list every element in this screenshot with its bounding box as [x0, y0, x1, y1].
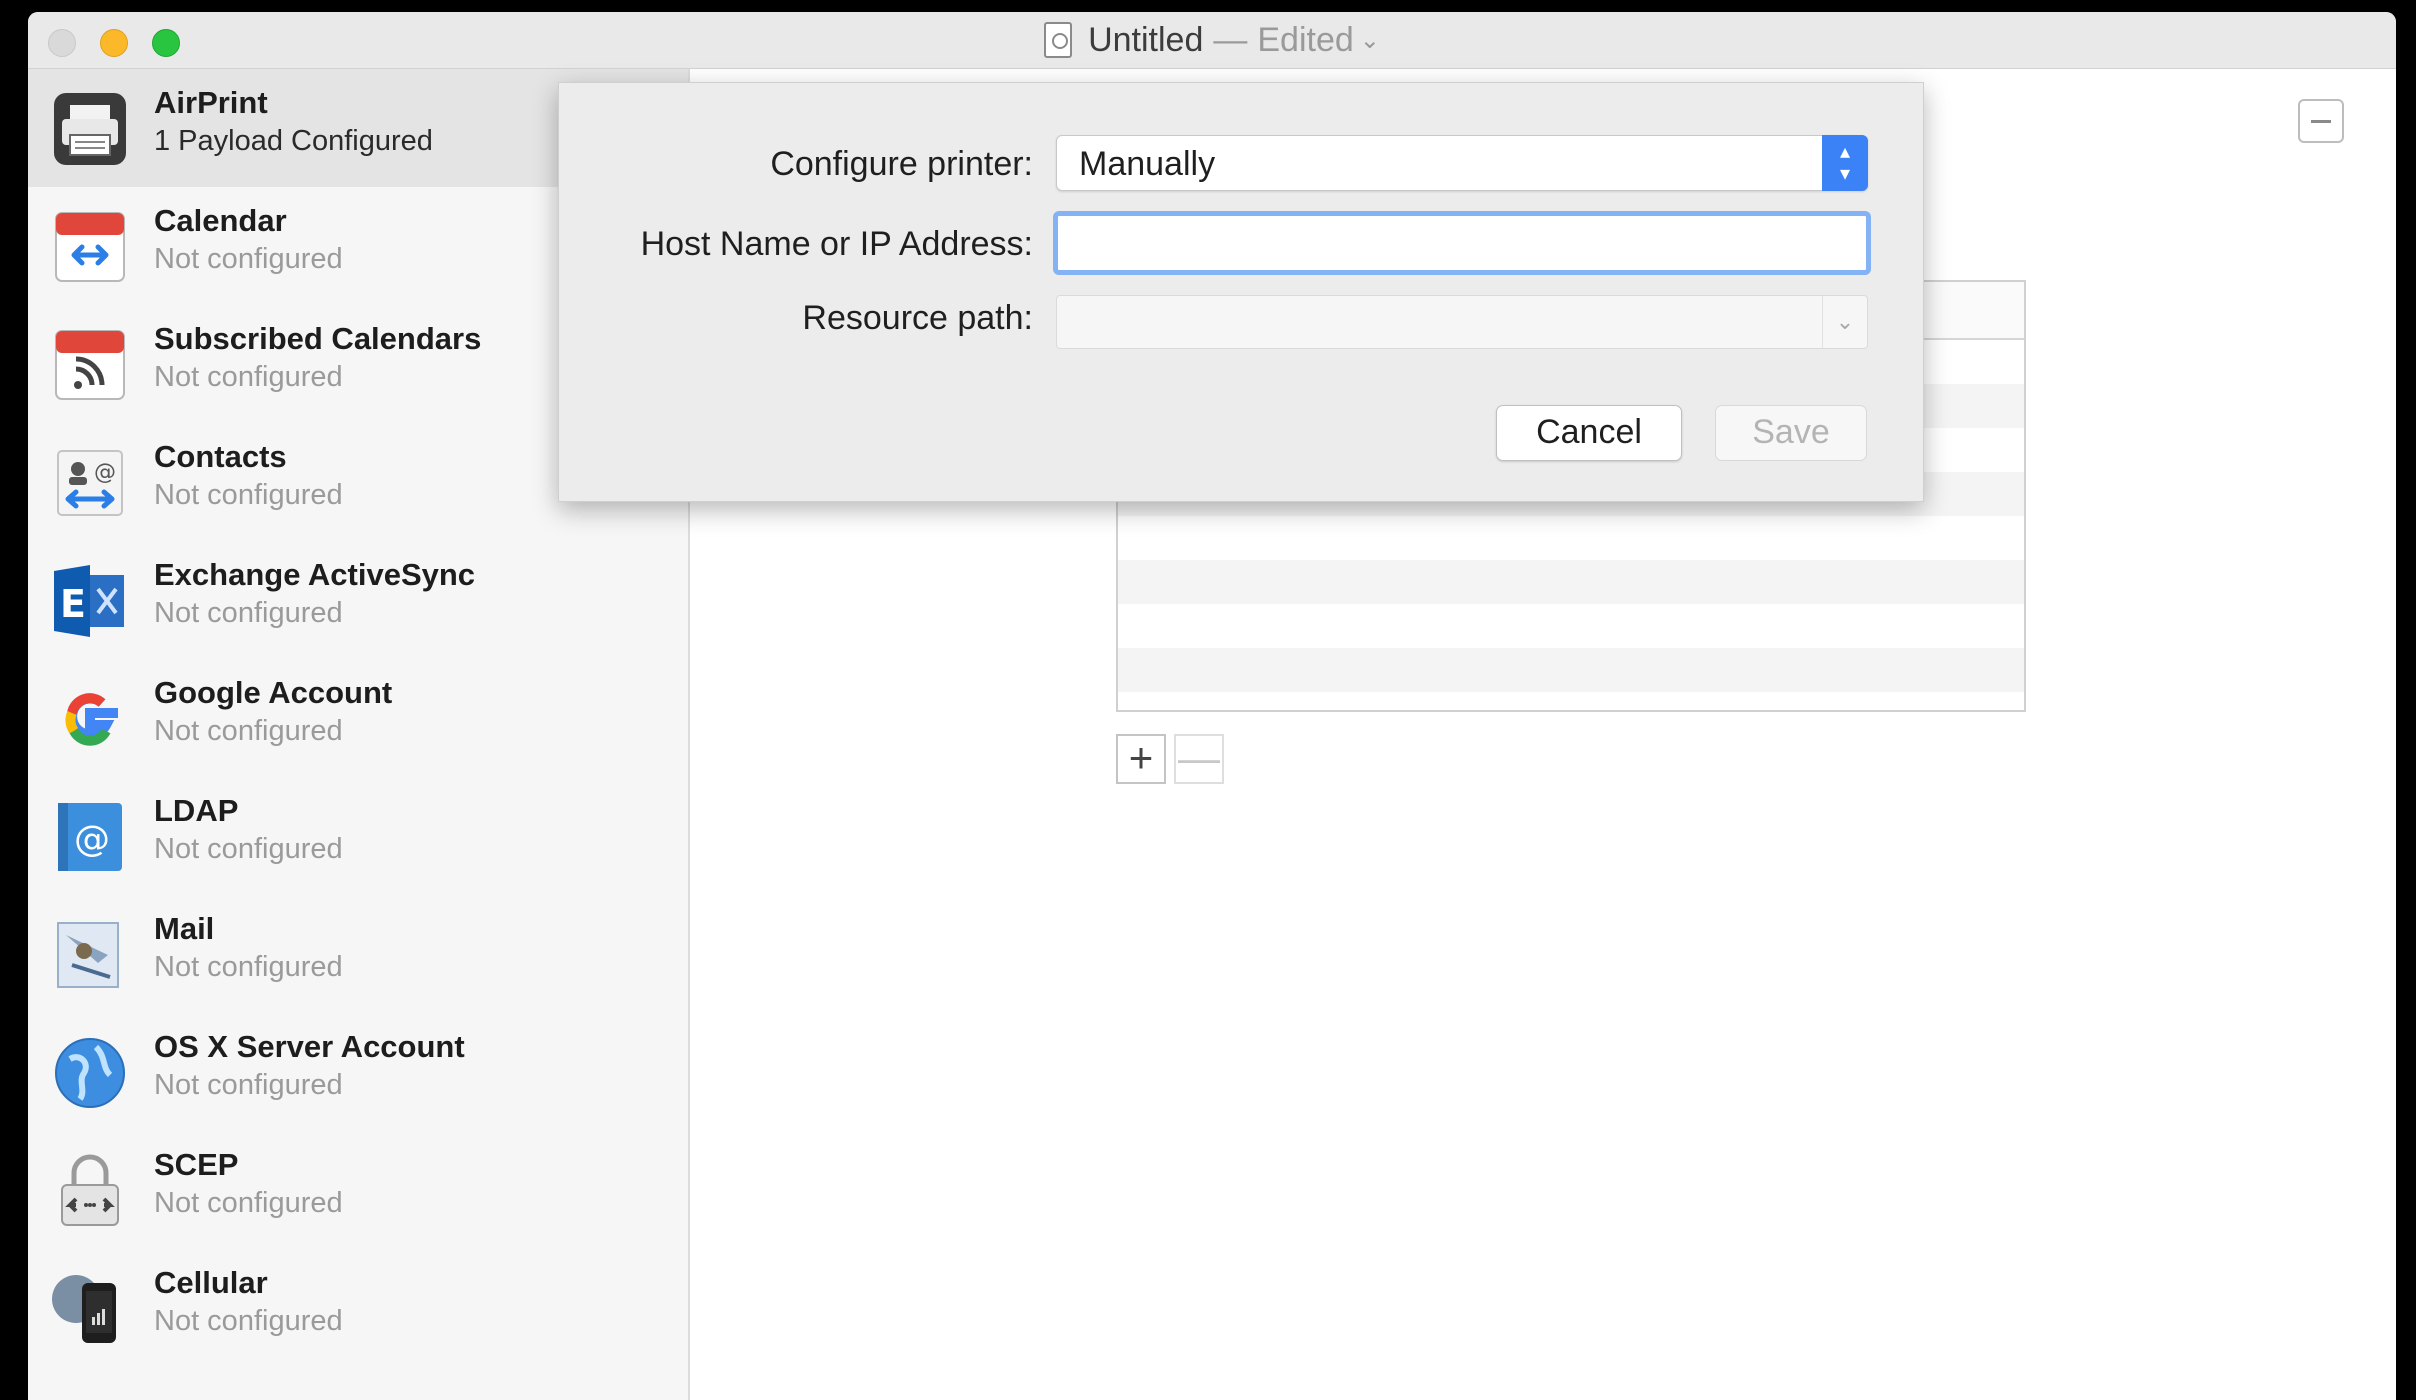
sidebar-item-name: Google Account [154, 675, 393, 710]
exchange-icon: E [50, 561, 130, 641]
sidebar-item-status: 1 Payload Configured [154, 125, 433, 157]
sidebar-item-mail[interactable]: Mail Not configured [28, 895, 688, 1013]
sidebar-item-name: Subscribed Calendars [154, 321, 482, 356]
sidebar-item-name: Cellular [154, 1265, 268, 1300]
configure-printer-popup[interactable]: Manually ▴ ▾ [1056, 135, 1868, 191]
configure-printer-label: Configure printer: [770, 145, 1033, 183]
table-row[interactable] [1118, 516, 2024, 560]
sidebar-item-exchange[interactable]: E Exchange ActiveSync Not configured [28, 541, 688, 659]
lock-icon [50, 1151, 130, 1231]
remove-payload-button[interactable] [2298, 99, 2344, 143]
remove-printer-button[interactable]: — [1174, 734, 1224, 784]
popup-stepper-icon: ▴ ▾ [1822, 135, 1868, 191]
sidebar-item-status: Not configured [154, 597, 343, 629]
title-bar: Untitled — Edited ⌄ [28, 12, 2396, 69]
configure-printer-value: Manually [1079, 145, 1216, 183]
chevron-down-icon[interactable]: ⌄ [1822, 296, 1867, 348]
edited-label: Edited [1257, 20, 1354, 59]
svg-text:E: E [60, 582, 86, 626]
mail-icon [50, 915, 130, 995]
host-name-label: Host Name or IP Address: [640, 225, 1033, 263]
contacts-icon: @ [50, 443, 130, 523]
chevron-down-icon: ⌄ [1359, 26, 1380, 54]
sidebar-item-name: LDAP [154, 793, 239, 828]
sidebar-item-status: Not configured [154, 715, 343, 747]
globe-icon [50, 1033, 130, 1113]
save-button[interactable]: Save [1715, 405, 1867, 461]
subscribed-calendar-icon [50, 325, 130, 405]
google-icon [50, 679, 130, 759]
sidebar-item-name: AirPrint [154, 85, 268, 120]
app-window: Untitled — Edited ⌄ AirPrint 1 Payload C… [28, 12, 2396, 1400]
sidebar-item-status: Not configured [154, 243, 343, 275]
add-printer-button[interactable]: + [1116, 734, 1166, 784]
sidebar-item-name: Contacts [154, 439, 287, 474]
document-icon [1044, 22, 1073, 58]
sidebar-item-status: Not configured [154, 1069, 343, 1101]
sidebar-item-status: Not configured [154, 361, 343, 393]
sidebar-item-name: Mail [154, 911, 215, 946]
sidebar-item-name: Exchange ActiveSync [154, 557, 476, 592]
sidebar-item-cellular[interactable]: Cellular Not configured [28, 1249, 688, 1367]
sidebar-item-status: Not configured [154, 1305, 343, 1337]
host-name-input[interactable] [1053, 211, 1871, 275]
sidebar-item-status: Not configured [154, 833, 343, 865]
resource-path-combobox[interactable]: ⌄ [1056, 295, 1868, 349]
svg-text:@: @ [94, 460, 116, 485]
table-row[interactable] [1118, 604, 2024, 648]
sidebar-item-status: Not configured [154, 951, 343, 983]
add-printer-sheet: Configure printer: Manually ▴ ▾ Host Name… [558, 82, 1924, 502]
table-row[interactable] [1118, 648, 2024, 692]
sidebar-item-google-account[interactable]: Google Account Not configured [28, 659, 688, 777]
table-row[interactable] [1118, 560, 2024, 604]
printer-icon [50, 89, 130, 169]
window-title-text: Untitled [1088, 20, 1204, 59]
sidebar-item-status: Not configured [154, 1187, 343, 1219]
title-separator: — [1213, 20, 1248, 59]
svg-text:@: @ [74, 819, 110, 860]
sidebar-item-scep[interactable]: SCEP Not configured [28, 1131, 688, 1249]
cancel-button[interactable]: Cancel [1496, 405, 1682, 461]
sidebar-item-ldap[interactable]: @ LDAP Not configured [28, 777, 688, 895]
resource-path-input[interactable] [1057, 296, 1845, 348]
window-title[interactable]: Untitled — Edited ⌄ [28, 12, 2396, 68]
calendar-icon [50, 207, 130, 287]
resource-path-label: Resource path: [802, 299, 1033, 337]
sidebar-item-name: OS X Server Account [154, 1029, 465, 1064]
ldap-icon: @ [50, 797, 130, 877]
cellular-icon [50, 1269, 130, 1349]
sidebar-item-osx-server-account[interactable]: OS X Server Account Not configured [28, 1013, 688, 1131]
sidebar-item-name: Calendar [154, 203, 287, 238]
sidebar-item-status: Not configured [154, 479, 343, 511]
sidebar-item-name: SCEP [154, 1147, 239, 1182]
